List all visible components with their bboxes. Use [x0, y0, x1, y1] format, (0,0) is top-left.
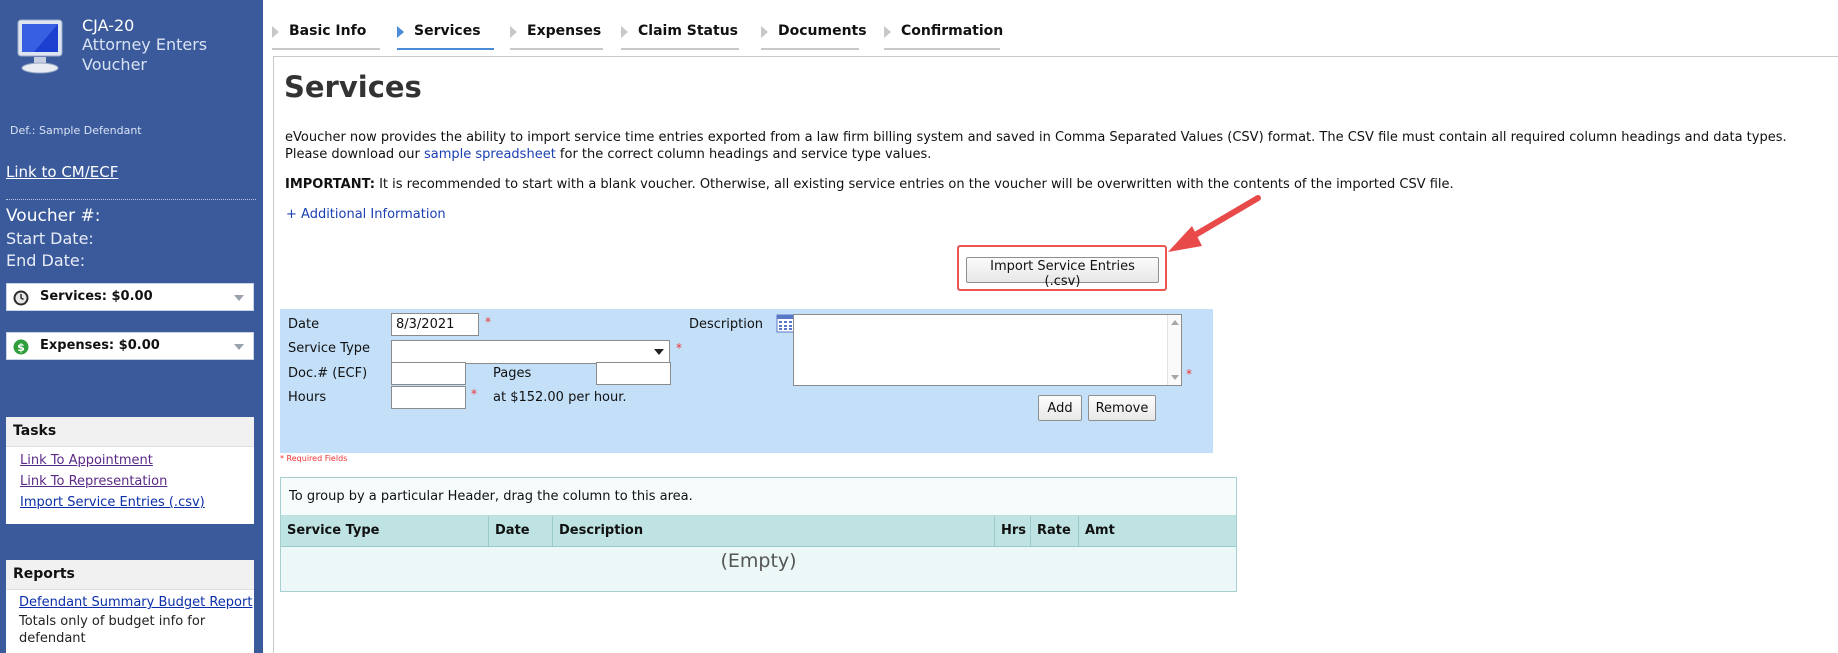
column-amt[interactable]: Amt	[1079, 516, 1125, 547]
expenses-summary-dropdown[interactable]: $ Expenses: $0.00	[6, 332, 254, 360]
required-marker: *	[1186, 367, 1192, 381]
link-to-representation[interactable]: Link To Representation	[20, 474, 254, 489]
start-date-label: Start Date:	[6, 229, 94, 248]
tab-label: Documents	[778, 23, 867, 39]
date-field[interactable]	[391, 313, 479, 336]
doc-ecf-label: Doc.# (ECF)	[288, 366, 368, 381]
dollar-icon: $	[13, 339, 29, 355]
scroll-down-icon	[1171, 375, 1179, 380]
tab-label: Basic Info	[289, 23, 367, 39]
column-date[interactable]: Date	[489, 516, 553, 547]
expenses-summary-label: Expenses: $0.00	[40, 338, 160, 353]
required-fields-note: * Required Fields	[280, 454, 348, 463]
tab-arrow-icon	[272, 26, 279, 38]
description-label: Description	[689, 317, 764, 332]
tab-claim-status[interactable]: Claim Status	[621, 20, 739, 50]
chevron-down-icon	[650, 342, 668, 362]
page-title: Services	[284, 70, 422, 104]
link-to-appointment[interactable]: Link To Appointment	[20, 453, 254, 468]
hours-field[interactable]	[391, 386, 466, 409]
tasks-panel: Tasks Link To Appointment Link To Repres…	[6, 417, 254, 524]
services-summary-dropdown[interactable]: Services: $0.00	[6, 283, 254, 311]
column-rate[interactable]: Rate	[1031, 516, 1079, 547]
intro-text-part-2: for the correct column headings and serv…	[555, 147, 932, 162]
service-type-label: Service Type	[288, 341, 371, 356]
tab-label: Expenses	[527, 23, 602, 39]
tab-arrow-icon	[621, 26, 628, 38]
divider	[6, 199, 256, 200]
description-scrollbar[interactable]	[1167, 315, 1181, 385]
chevron-down-icon	[234, 295, 244, 301]
red-arrow-annotation	[1168, 195, 1261, 252]
column-description[interactable]: Description	[553, 516, 995, 547]
date-label: Date	[288, 317, 320, 332]
service-entry-form: Date * Service Type * Doc.# (ECF) Pages …	[280, 309, 1213, 453]
form-header: CJA-20 Attorney Enters Voucher	[8, 14, 258, 78]
tab-arrow-icon	[884, 26, 891, 38]
tab-documents[interactable]: Documents	[761, 20, 867, 50]
reports-panel: Reports Defendant Summary Budget Report …	[6, 560, 254, 653]
tab-arrow-icon	[761, 26, 768, 38]
tab-confirmation[interactable]: Confirmation	[884, 20, 1004, 50]
add-button[interactable]: Add	[1038, 395, 1082, 421]
additional-information-toggle[interactable]: + Additional Information	[286, 207, 446, 222]
clock-icon	[13, 290, 29, 306]
report-description: Totals only of budget info for defendant	[19, 614, 206, 646]
remove-button[interactable]: Remove	[1088, 395, 1156, 421]
defendant-label: Def.: Sample Defendant	[10, 124, 142, 137]
grid-header: Service Type Date Description Hrs Rate A…	[281, 516, 1236, 547]
doc-ecf-field[interactable]	[391, 362, 466, 385]
tab-label: Services	[414, 23, 481, 39]
import-service-entries-link[interactable]: Import Service Entries (.csv)	[20, 495, 254, 510]
voucher-number-label: Voucher #:	[6, 206, 101, 226]
tab-label: Claim Status	[638, 23, 738, 39]
tab-arrow-icon	[397, 26, 404, 38]
important-label: IMPORTANT:	[285, 177, 375, 192]
tab-services[interactable]: Services	[397, 20, 494, 50]
tab-basic-info[interactable]: Basic Info	[272, 20, 380, 50]
monitor-icon	[17, 19, 63, 74]
rate-text: at $152.00 per hour.	[493, 390, 627, 405]
tab-expenses[interactable]: Expenses	[510, 20, 603, 50]
svg-text:$: $	[17, 341, 25, 354]
end-date-label: End Date:	[6, 251, 86, 270]
tab-arrow-icon	[510, 26, 517, 38]
required-marker: *	[676, 341, 682, 355]
pages-label: Pages	[493, 366, 532, 381]
column-hrs[interactable]: Hrs	[995, 516, 1031, 547]
form-name: Attorney Enters Voucher	[82, 35, 208, 74]
hours-label: Hours	[288, 390, 327, 405]
required-marker: *	[485, 315, 491, 329]
sample-spreadsheet-link[interactable]: sample spreadsheet	[424, 147, 556, 162]
sidebar: CJA-20 Attorney Enters Voucher Def.: Sam…	[0, 0, 263, 653]
column-service-type[interactable]: Service Type	[281, 516, 489, 547]
tab-label: Confirmation	[901, 23, 1004, 39]
pages-field[interactable]	[596, 362, 671, 385]
cmecf-link[interactable]: Link to CM/ECF	[6, 163, 118, 181]
reports-title: Reports	[6, 560, 254, 590]
important-text: It is recommended to start with a blank …	[374, 177, 1454, 192]
import-service-entries-button[interactable]: Import Service Entries (.csv)	[966, 257, 1159, 289]
form-code: CJA-20	[82, 16, 135, 35]
service-entries-grid: To group by a particular Header, drag th…	[280, 477, 1237, 592]
description-field[interactable]	[793, 314, 1182, 386]
important-note: IMPORTANT: It is recommended to start wi…	[285, 177, 1454, 192]
group-by-area[interactable]: To group by a particular Header, drag th…	[281, 478, 1236, 516]
defendant-summary-report-link[interactable]: Defendant Summary Budget Report	[19, 595, 254, 610]
chevron-down-icon	[234, 344, 244, 350]
scroll-up-icon	[1171, 320, 1179, 325]
services-summary-label: Services: $0.00	[40, 289, 153, 304]
service-type-select[interactable]	[391, 340, 670, 364]
grid-empty-message: (Empty)	[720, 550, 797, 572]
tasks-title: Tasks	[6, 417, 254, 447]
required-marker: *	[471, 387, 477, 401]
intro-text: eVoucher now provides the ability to imp…	[285, 129, 1830, 163]
